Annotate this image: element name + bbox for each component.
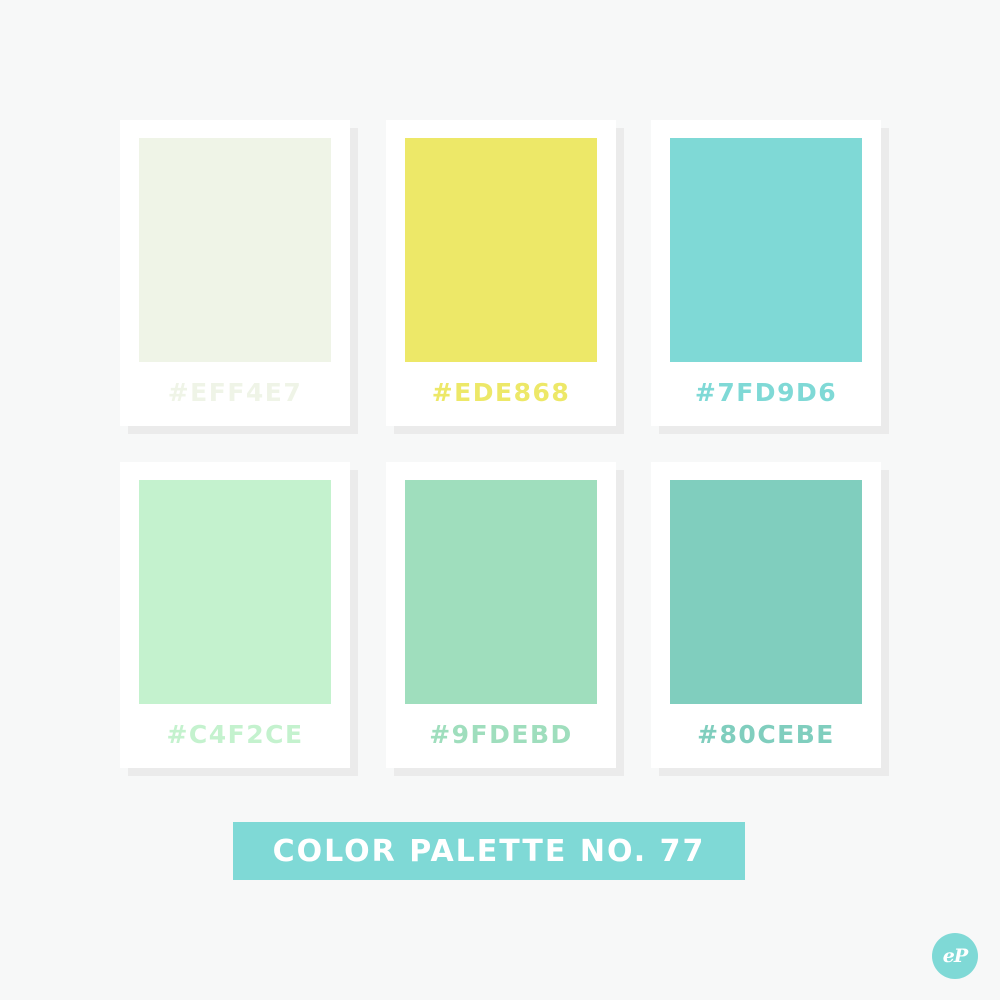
swatch-card-5: #9FDEBD xyxy=(386,462,616,768)
palette-title-banner: COLOR PALETTE NO. 77 xyxy=(233,822,745,880)
color-swatch xyxy=(405,480,597,704)
hex-label: #9FDEBD xyxy=(429,720,573,749)
palette-title: COLOR PALETTE NO. 77 xyxy=(272,833,706,869)
swatch-card-3: #7FD9D6 xyxy=(651,120,881,426)
swatch-card-6: #80CEBE xyxy=(651,462,881,768)
hex-label: #EDE868 xyxy=(431,378,571,407)
color-swatch xyxy=(405,138,597,362)
color-swatch xyxy=(670,138,862,362)
hex-label: #C4F2CE xyxy=(166,720,304,749)
swatch-card-2: #EDE868 xyxy=(386,120,616,426)
color-swatch xyxy=(670,480,862,704)
color-swatch xyxy=(139,480,331,704)
color-swatch xyxy=(139,138,331,362)
hex-label: #80CEBE xyxy=(697,720,835,749)
ep-logo-icon: eP xyxy=(932,933,978,979)
hex-label: #EFF4E7 xyxy=(167,378,303,407)
hex-label: #7FD9D6 xyxy=(694,378,838,407)
logo-text: eP xyxy=(942,944,968,967)
swatch-card-4: #C4F2CE xyxy=(120,462,350,768)
swatch-card-1: #EFF4E7 xyxy=(120,120,350,426)
